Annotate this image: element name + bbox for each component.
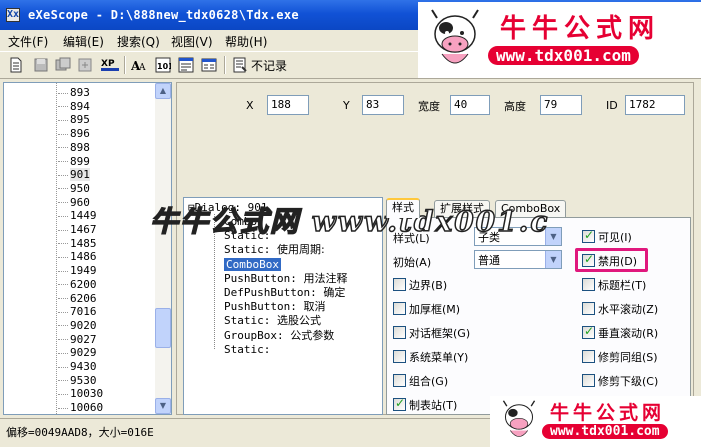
brand-cn-text: 牛牛公式网 <box>550 402 666 424</box>
svg-text:101: 101 <box>157 62 171 71</box>
font-icon[interactable]: AA <box>131 57 149 73</box>
dialog-control-item[interactable]: Static: <box>224 343 270 356</box>
checkbox[interactable] <box>582 350 595 363</box>
page-icon[interactable] <box>8 57 24 73</box>
cow-icon <box>502 400 536 437</box>
checkbox[interactable] <box>393 396 406 411</box>
dialog-control-item[interactable]: Combo <box>224 215 257 228</box>
window-title: eXeScope - D:\888new_tdx0628\Tdx.exe <box>28 8 299 22</box>
dialog-control-item[interactable]: Static: <box>224 229 270 242</box>
dialog-root[interactable]: ⊟Dialog: 901 <box>188 201 267 214</box>
menu-file[interactable]: 文件(F) <box>8 33 48 50</box>
checkbox-label[interactable]: 垂直滚动(R) <box>598 325 658 341</box>
scroll-down-button[interactable]: ▼ <box>155 398 171 414</box>
checkbox-label[interactable]: 对话框架(G) <box>409 325 470 341</box>
dialog-control-item[interactable]: PushButton: 取消 <box>224 300 325 313</box>
checkbox[interactable] <box>393 374 406 387</box>
resource-tree[interactable]: 893 894 895 896 898 899 901 950 960 1449 1467 1485 1… <box>3 82 172 415</box>
id-label: ID <box>606 99 618 112</box>
width-field[interactable]: 40 <box>450 95 490 115</box>
x-label: X <box>246 99 254 112</box>
chevron-down-icon[interactable]: ▼ <box>545 251 561 268</box>
width-label: 宽度 <box>418 100 440 113</box>
status-text: 偏移=0049AAD8，大小=016E <box>6 426 154 439</box>
checkbox-label[interactable]: 加厚框(M) <box>409 301 460 317</box>
dialog-control-item[interactable]: GroupBox: 公式参数 <box>224 329 334 342</box>
tab-combobox[interactable]: ComboBox <box>495 200 567 218</box>
scroll-up-button[interactable]: ▲ <box>155 83 171 99</box>
brand-url-text: www.tdx001.com <box>488 46 639 65</box>
dialog-icon[interactable] <box>178 57 194 73</box>
style-label: 样式(L) <box>393 232 430 245</box>
svg-text:XP: XP <box>101 59 115 69</box>
dialog-tree[interactable]: ⊟Dialog: 901 Combo Static: Static: 使用周期:… <box>183 197 383 415</box>
tree-scrollbar[interactable]: ▲ ▼ <box>155 83 171 414</box>
app-icon: Xx <box>6 8 20 22</box>
id-field[interactable]: 1782 <box>625 95 685 115</box>
brand-cn-text: 牛牛公式网 <box>500 14 661 44</box>
menu-edit[interactable]: 编辑(E) <box>63 33 104 50</box>
brand-url-text: www.tdx001.com <box>542 424 668 439</box>
x-field[interactable]: 188 <box>267 95 309 115</box>
svg-text:A: A <box>138 63 146 73</box>
y-label: Y <box>343 99 350 112</box>
data-icon[interactable]: 101 <box>155 57 171 73</box>
xp-icon[interactable]: XP <box>100 57 120 73</box>
height-field[interactable]: 79 <box>540 95 582 115</box>
checkbox-label[interactable]: 标题栏(T) <box>598 277 646 293</box>
checkbox[interactable] <box>393 326 406 339</box>
checkbox-label[interactable]: 制表站(T) <box>409 397 457 413</box>
menu-help[interactable]: 帮助(H) <box>225 33 267 50</box>
dialog-control-item[interactable]: ComboBox <box>224 257 281 271</box>
menu-search[interactable]: 搜索(Q) <box>117 33 160 50</box>
save-icon[interactable] <box>33 57 49 73</box>
init-select[interactable]: 普通 ▼ <box>474 250 562 269</box>
brand-logo-bottom: 牛牛公式网 www.tdx001.com <box>490 396 701 447</box>
tab-ext-style[interactable]: 扩展样式 <box>434 200 490 218</box>
checkbox-label[interactable]: 水平滚动(Z) <box>598 301 658 317</box>
checkbox[interactable] <box>582 278 595 291</box>
dialog-control-item[interactable]: PushButton: 用法注释 <box>224 272 347 285</box>
save-all-icon[interactable] <box>55 57 71 73</box>
checkbox-label[interactable]: 修剪下级(C) <box>598 373 658 389</box>
checkbox[interactable] <box>582 324 595 339</box>
checkbox-label[interactable]: 边界(B) <box>409 277 447 293</box>
nolog-label[interactable]: 不记录 <box>251 57 287 74</box>
cow-icon <box>431 9 479 64</box>
checkbox-label[interactable]: 系统菜单(Y) <box>409 349 468 365</box>
height-label: 高度 <box>504 100 526 113</box>
tab-style[interactable]: 样式 <box>386 198 420 218</box>
nolog-icon[interactable] <box>232 57 248 73</box>
dialog-control-item[interactable]: DefPushButton: 确定 <box>224 286 345 299</box>
checkbox-label[interactable]: 修剪同组(S) <box>598 349 658 365</box>
menu-view[interactable]: 视图(V) <box>171 33 213 50</box>
disabled-highlight <box>575 248 648 272</box>
y-field[interactable]: 83 <box>362 95 404 115</box>
menu-icon[interactable] <box>201 57 217 73</box>
checkbox-label[interactable]: 组合(G) <box>409 373 448 389</box>
scroll-thumb[interactable] <box>155 308 171 348</box>
dialog-control-item[interactable]: Static: 选股公式 <box>224 314 321 327</box>
checkbox[interactable] <box>393 350 406 363</box>
checkbox[interactable] <box>393 278 406 291</box>
dialog-control-item[interactable]: Static: 使用周期: <box>224 243 325 256</box>
checkbox[interactable] <box>393 302 406 315</box>
brand-logo-top: 牛牛公式网 www.tdx001.com <box>418 2 701 78</box>
style-select[interactable]: 子类 ▼ <box>474 227 562 246</box>
checkbox[interactable] <box>582 374 595 387</box>
checkbox[interactable] <box>582 302 595 315</box>
checkbox-label[interactable]: 可见(I) <box>598 229 632 245</box>
tree-item[interactable]: 10060 <box>58 400 158 414</box>
checkbox[interactable] <box>582 228 595 243</box>
export-icon[interactable] <box>77 57 93 73</box>
init-label: 初始(A) <box>393 256 432 269</box>
chevron-down-icon[interactable]: ▼ <box>545 228 561 245</box>
